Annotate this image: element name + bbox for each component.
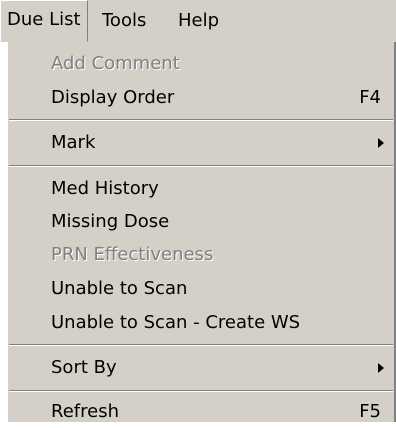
menu-item-mark[interactable]: Mark bbox=[8, 126, 394, 159]
menu-item-refresh-shortcut: F5 bbox=[359, 401, 381, 422]
submenu-arrow-icon bbox=[378, 363, 384, 373]
menu-item-prn-effectiveness: PRN Effectiveness bbox=[8, 238, 394, 271]
menu-item-unable-to-scan-label: Unable to Scan bbox=[51, 278, 188, 299]
menu-separator bbox=[9, 165, 393, 167]
menu-due-list-label: Due List bbox=[7, 9, 81, 30]
menu-separator bbox=[9, 344, 393, 346]
menu-item-mark-label: Mark bbox=[51, 132, 96, 153]
menu-separator bbox=[9, 119, 393, 121]
menu-tools-label: Tools bbox=[102, 10, 147, 31]
menu-item-refresh-label: Refresh bbox=[51, 401, 119, 422]
menu-item-med-history[interactable]: Med History bbox=[8, 172, 394, 205]
menu-item-refresh[interactable]: Refresh F5 bbox=[8, 395, 394, 428]
menu-separator bbox=[9, 390, 393, 392]
menu-item-add-comment-label: Add Comment bbox=[51, 53, 180, 74]
menu-item-sort-by-label: Sort By bbox=[51, 357, 117, 378]
menu-item-add-comment: Add Comment bbox=[8, 47, 394, 80]
menu-help[interactable]: Help bbox=[172, 0, 225, 42]
menu-item-display-order-shortcut: F4 bbox=[359, 87, 381, 108]
due-list-dropdown-menu: Add Comment Display Order F4 Mark Med Hi… bbox=[7, 42, 396, 422]
menu-item-sort-by[interactable]: Sort By bbox=[8, 351, 394, 384]
menu-due-list[interactable]: Due List bbox=[0, 0, 88, 42]
menu-item-display-order-label: Display Order bbox=[51, 87, 175, 108]
menu-item-missing-dose[interactable]: Missing Dose bbox=[8, 205, 394, 238]
menu-item-unable-to-scan[interactable]: Unable to Scan bbox=[8, 272, 394, 305]
menu-help-label: Help bbox=[178, 10, 220, 31]
submenu-arrow-icon bbox=[378, 138, 384, 148]
menu-item-unable-to-scan-create-ws[interactable]: Unable to Scan - Create WS bbox=[8, 306, 394, 339]
menu-item-med-history-label: Med History bbox=[51, 178, 159, 199]
menu-item-missing-dose-label: Missing Dose bbox=[51, 211, 170, 232]
menu-item-prn-effectiveness-label: PRN Effectiveness bbox=[51, 244, 214, 265]
menu-bar: Due List Tools Help bbox=[0, 0, 396, 42]
menu-tools[interactable]: Tools bbox=[96, 0, 152, 42]
menu-item-display-order[interactable]: Display Order F4 bbox=[8, 81, 394, 114]
menu-item-unable-to-scan-create-ws-label: Unable to Scan - Create WS bbox=[51, 312, 301, 333]
